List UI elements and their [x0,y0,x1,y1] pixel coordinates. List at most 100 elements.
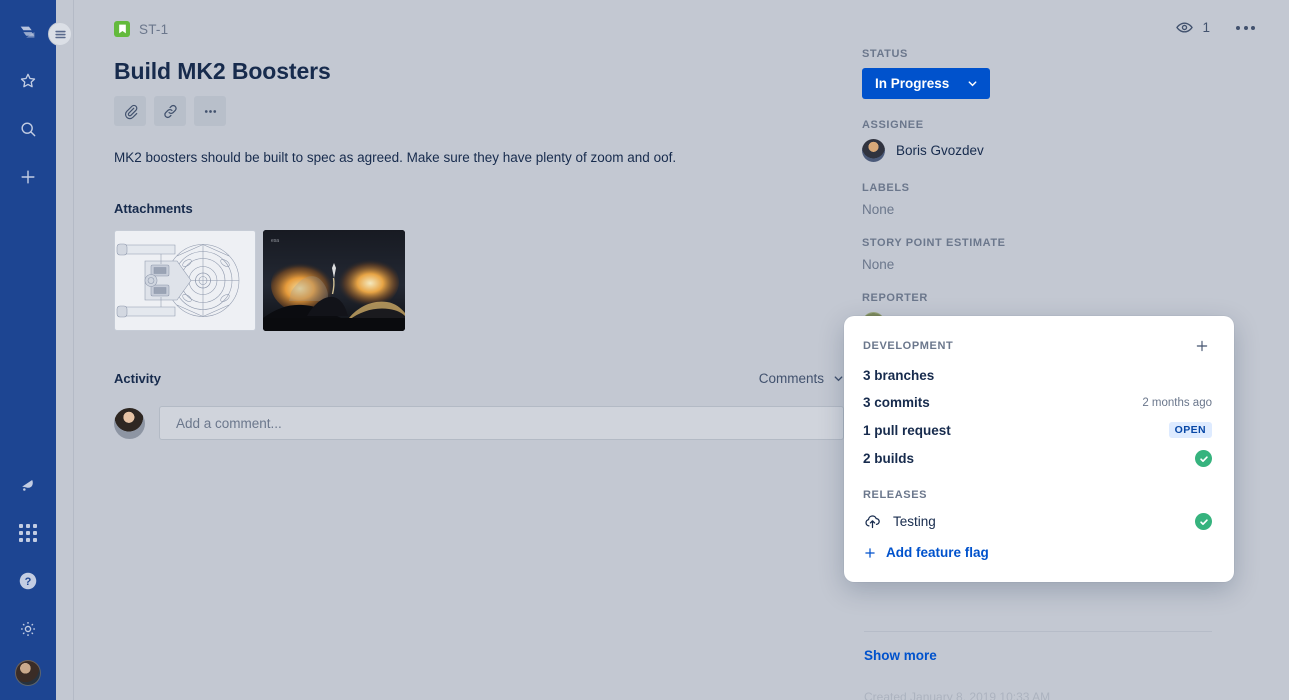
sidebar-collapse-toggle[interactable] [48,22,72,46]
labels-value[interactable]: None [862,202,1289,217]
field-assignee: Assignee Boris Gvozdev [862,119,1289,162]
field-status: Status In Progress [862,48,1289,99]
assignee-value[interactable]: Boris Gvozdev [862,139,1289,162]
add-feature-flag-label: Add feature flag [886,545,989,560]
chevron-down-icon [968,81,977,87]
builds-label: 2 builds [863,451,915,466]
cloud-upload-icon [865,515,880,529]
help-icon[interactable]: ? [11,564,45,598]
add-comment-row: Add a comment... [114,406,844,440]
search-icon[interactable] [11,112,45,146]
issue-toolbar: 1 [1175,18,1259,37]
svg-text:esa: esa [271,238,279,244]
product-nav: ? [0,0,56,700]
activity-heading: Activity [114,371,161,386]
story-points-label: Story point estimate [862,237,1006,249]
issue-main-column: ST-1 Build MK2 Boosters MK2 boosters sho… [74,0,844,700]
attachments-list: esa [114,230,844,331]
activity-header: Activity Comments [114,371,844,386]
development-header: Development [863,336,1212,356]
activity-filter-select[interactable]: Comments [759,371,844,386]
development-row-branches[interactable]: 3 branches [863,368,1212,383]
assignee-avatar [862,139,885,162]
labels-label: Labels [862,182,910,194]
dot-3 [1251,25,1255,30]
branches-label: 3 branches [863,368,935,383]
activity-filter-value: Comments [758,371,824,386]
nav-bottom-group: ? [11,468,45,700]
development-row-pull-request[interactable]: 1 pull request OPEN [863,422,1212,438]
pull-request-status-badge: OPEN [1168,422,1212,438]
dot-1 [1236,25,1240,30]
eye-icon [1176,22,1194,33]
issue-details-sidebar: 1 Status In Progress Assignee Boris Gvoz… [844,0,1289,700]
created-timestamp: Created January 8, 2019 10:33 AM [864,690,1051,700]
plus-icon [865,547,875,558]
development-panel: Development 3 branches 3 commits 2 month… [844,316,1234,582]
paperclip-icon [124,104,137,119]
profile-avatar[interactable] [15,660,41,686]
issue-description[interactable]: MK2 boosters should be built to spec as … [114,148,844,168]
breadcrumb: ST-1 [114,18,844,40]
ellipsis-icon [204,109,216,113]
jira-logo[interactable] [11,16,45,50]
starred-icon[interactable] [11,64,45,98]
issue-content: ST-1 Build MK2 Boosters MK2 boosters sho… [74,0,1289,700]
reporter-label: Reporter [862,292,928,304]
release-success-icon [1195,513,1212,530]
release-name: Testing [893,514,936,529]
create-icon[interactable] [11,160,45,194]
sidebar-divider [864,631,1212,632]
add-feature-flag-button[interactable]: Add feature flag [863,545,1212,560]
builds-success-icon [1195,450,1212,467]
assignee-name: Boris Gvozdev [896,143,984,158]
settings-icon[interactable] [11,612,45,646]
nav-top-group [11,0,45,194]
show-more-button[interactable]: Show more [864,648,937,663]
issue-action-buttons [114,96,844,126]
starship-blueprint-image [116,243,240,318]
attachment-launch-photo[interactable]: esa [263,230,405,331]
release-row: Testing [863,512,1212,531]
watch-count: 1 [1202,20,1210,35]
rocket-launch-image: esa [263,230,405,331]
more-options-button[interactable] [194,96,226,126]
nav-rail [56,0,74,700]
issue-more-menu[interactable] [1232,22,1259,34]
jira-issue-view: ? ST-1 Build MK2 Boosters MK2 boosters s… [0,0,1289,700]
comment-input[interactable]: Add a comment... [159,406,844,440]
pull-request-label: 1 pull request [863,422,951,438]
commits-label: 3 commits [863,395,930,410]
svg-text:?: ? [25,576,32,588]
chevron-down-icon [834,376,843,382]
development-row-commits[interactable]: 3 commits 2 months ago [863,395,1212,410]
releases-heading: Releases [863,489,928,501]
story-type-icon [114,21,130,37]
watch-button[interactable]: 1 [1175,18,1210,37]
attach-button[interactable] [114,96,146,126]
dot-2 [1243,25,1248,30]
development-row-builds[interactable]: 2 builds [863,450,1212,467]
commits-timestamp: 2 months ago [1142,396,1212,409]
link-icon [163,104,177,118]
status-value: In Progress [875,76,950,91]
current-user-avatar [114,407,145,439]
status-label: Status [862,48,908,60]
story-points-value[interactable]: None [862,257,1289,272]
hamburger-icon [54,30,66,38]
link-issue-button[interactable] [154,96,186,126]
check-icon [1199,518,1208,525]
app-switcher-icon[interactable] [11,516,45,550]
add-development-button[interactable] [1192,336,1212,356]
notifications-icon[interactable] [11,468,45,502]
plus-icon [1196,340,1208,352]
issue-key[interactable]: ST-1 [139,22,168,37]
development-heading: Development [863,340,954,352]
check-icon [1199,455,1208,462]
release-link[interactable]: Testing [863,512,936,531]
assignee-label: Assignee [862,119,924,131]
attachments-heading: Attachments [114,201,193,216]
status-dropdown[interactable]: In Progress [862,68,991,99]
page-title: Build MK2 Boosters [114,58,331,84]
attachment-blueprint[interactable] [114,230,256,331]
